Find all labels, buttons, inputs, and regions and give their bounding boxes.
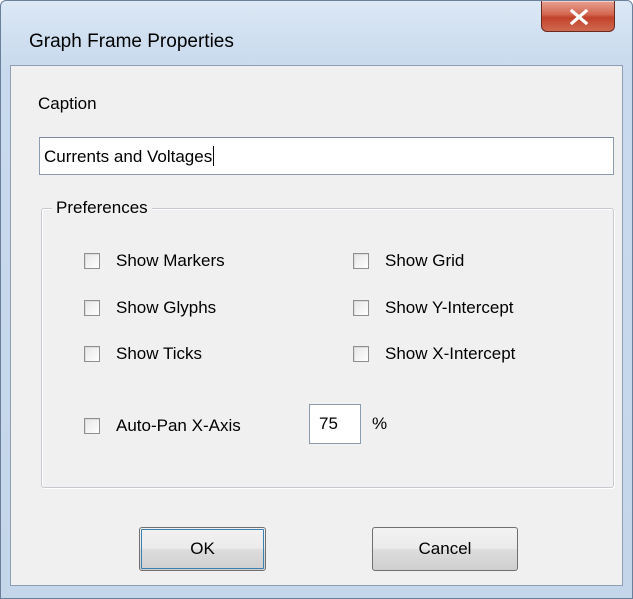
percent-sign: %	[372, 414, 388, 433]
show-markers-label: Show Markers	[116, 251, 225, 270]
show-x-intercept-label: Show X-Intercept	[385, 344, 516, 363]
graph-frame-properties-dialog: Graph Frame Properties Caption Currents …	[0, 0, 633, 599]
checkbox-box[interactable]	[353, 253, 369, 269]
show-markers-checkbox[interactable]: Show Markers	[84, 251, 225, 271]
checkbox-box[interactable]	[84, 346, 100, 362]
checkbox-box[interactable]	[84, 418, 100, 434]
show-glyphs-checkbox[interactable]: Show Glyphs	[84, 298, 216, 318]
caption-label: Caption	[38, 94, 97, 113]
show-glyphs-label: Show Glyphs	[116, 298, 217, 317]
checkbox-box[interactable]	[84, 300, 100, 316]
title-bar[interactable]: Graph Frame Properties	[1, 1, 632, 65]
show-ticks-checkbox[interactable]: Show Ticks	[84, 344, 202, 364]
close-icon	[569, 9, 589, 25]
show-y-intercept-checkbox[interactable]: Show Y-Intercept	[353, 298, 514, 318]
dialog-title: Graph Frame Properties	[29, 31, 234, 52]
show-grid-label: Show Grid	[385, 251, 465, 270]
show-y-intercept-label: Show Y-Intercept	[385, 298, 514, 317]
preferences-legend: Preferences	[52, 198, 152, 218]
auto-pan-x-axis-label: Auto-Pan X-Axis	[116, 416, 241, 435]
ok-button[interactable]: OK	[139, 527, 266, 571]
checkbox-box[interactable]	[84, 253, 100, 269]
close-button[interactable]	[541, 1, 615, 32]
show-ticks-label: Show Ticks	[116, 344, 202, 363]
auto-pan-percent-input[interactable]: 75	[309, 404, 361, 444]
caption-input[interactable]: Currents and Voltages	[39, 137, 614, 175]
auto-pan-x-axis-checkbox[interactable]: Auto-Pan X-Axis	[84, 416, 241, 436]
show-grid-checkbox[interactable]: Show Grid	[353, 251, 464, 271]
text-caret	[213, 146, 215, 166]
auto-pan-percent-value: 75	[319, 414, 338, 433]
dialog-body: Caption Currents and Voltages Preference…	[10, 65, 623, 586]
show-x-intercept-checkbox[interactable]: Show X-Intercept	[353, 344, 515, 364]
caption-input-value: Currents and Voltages	[44, 147, 213, 166]
checkbox-box[interactable]	[353, 300, 369, 316]
checkbox-box[interactable]	[353, 346, 369, 362]
cancel-button[interactable]: Cancel	[372, 527, 518, 571]
